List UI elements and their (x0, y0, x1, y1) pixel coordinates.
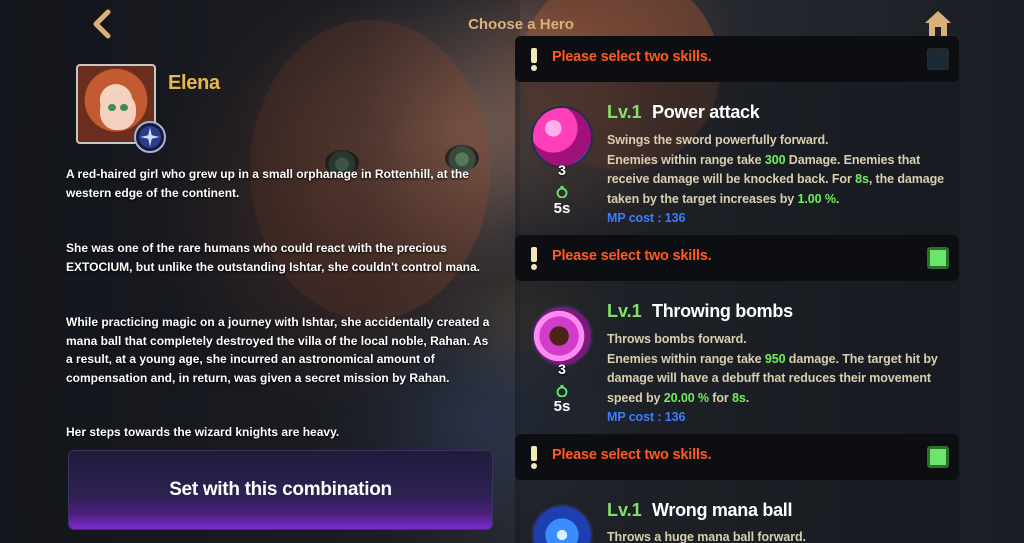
page-title: Choose a Hero (468, 16, 574, 33)
exclamation-icon (531, 446, 537, 469)
skill-description: Throws bombs forward. Enemies within ran… (607, 330, 957, 428)
skill-name: Power attack (652, 102, 760, 122)
skill-select-warning: Please select two skills. (515, 36, 959, 82)
warning-text: Please select two skills. (552, 248, 712, 264)
home-icon[interactable] (922, 8, 954, 38)
cooldown-time: 5s (553, 200, 571, 217)
exclamation-icon (531, 247, 537, 270)
cooldown-time: 5s (553, 398, 571, 415)
power-attack-skill-icon[interactable] (531, 106, 593, 168)
hero-description-paragraph: Her steps towards the wizard knights are… (66, 425, 340, 439)
skill-checkbox[interactable] (927, 48, 949, 70)
cooldown-timer-icon (556, 385, 568, 397)
skill-level: Lv.1 (607, 102, 642, 122)
skill-description: Swings the sword powerfully forward. Ene… (607, 131, 957, 229)
skill-level: Lv.1 (607, 500, 642, 520)
exclamation-icon (531, 48, 537, 71)
skill-select-warning: Please select two skills. (515, 235, 959, 281)
cooldown-timer-icon (556, 186, 568, 198)
hero-description-paragraph: She was one of the rare humans who could… (66, 241, 480, 274)
skill-name: Throwing bombs (652, 301, 793, 321)
hero-description-paragraph: While practicing magic on a journey with… (66, 315, 490, 385)
skill-checkbox[interactable] (927, 247, 949, 269)
mp-cost: MP cost : 136 (607, 211, 686, 225)
mp-cost: MP cost : 136 (607, 410, 686, 424)
set-combination-button[interactable]: Set with this combination (68, 450, 493, 530)
warning-text: Please select two skills. (552, 447, 712, 463)
cooldown-count: 3 (558, 361, 566, 377)
throwing-bombs-skill-icon[interactable] (531, 305, 593, 367)
element-star-icon (134, 121, 166, 153)
warning-text: Please select two skills. (552, 49, 712, 65)
hero-name: Elena (168, 72, 220, 94)
skill-select-warning: Please select two skills. (515, 434, 959, 480)
skill-level: Lv.1 (607, 301, 642, 321)
skill-description: Throws a huge mana ball forward. (607, 530, 806, 543)
skill-checkbox[interactable] (927, 446, 949, 468)
cooldown-count: 3 (558, 162, 566, 178)
hero-description-paragraph: A red-haired girl who grew up in a small… (66, 167, 469, 200)
skill-name: Wrong mana ball (652, 500, 793, 520)
